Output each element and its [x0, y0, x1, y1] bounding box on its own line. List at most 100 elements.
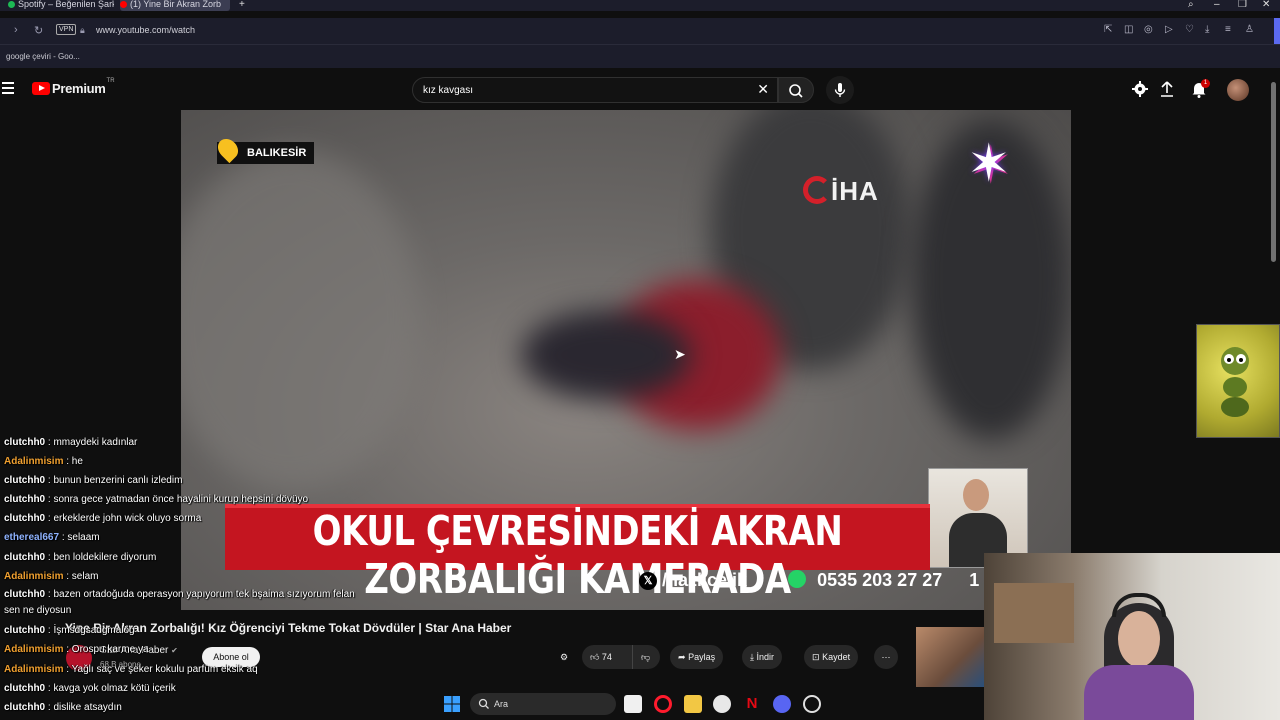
- player-icon[interactable]: ▷: [1165, 24, 1173, 35]
- upload-icon[interactable]: [1157, 79, 1177, 99]
- bookmarks-bar: google çeviri - Goo...: [0, 44, 1280, 68]
- search-query: kız kavgası: [423, 85, 474, 96]
- camera-icon[interactable]: ◫: [1124, 24, 1133, 35]
- taskbar-search[interactable]: Ara: [470, 693, 616, 715]
- social-handle: /nazlicelik_: [662, 570, 758, 590]
- chat-text: : he: [63, 456, 83, 467]
- menu-icon[interactable]: ≡: [1225, 24, 1231, 35]
- headphones-icon: [1112, 593, 1166, 617]
- screen: Spotify – Beğenilen Şarkıl (1) Yine Bir …: [0, 0, 1280, 720]
- share-button[interactable]: ➦ Paylaş: [670, 645, 724, 669]
- windows-start-icon[interactable]: [443, 695, 461, 713]
- xbox-icon[interactable]: [713, 695, 731, 713]
- search-button[interactable]: [778, 77, 814, 103]
- vpn-badge[interactable]: VPN: [56, 24, 77, 35]
- address-bar: › ↻ VPN 🔒︎ www.youtube.com/watch ⇱ ◫ ◎ ▷…: [0, 18, 1280, 44]
- chat-text: : mmaydeki kadınlar: [45, 437, 138, 448]
- youtube-logo[interactable]: Premium TR: [32, 78, 115, 96]
- share-icon[interactable]: ⇱: [1104, 24, 1112, 35]
- tab-label: (1) Yine Bir Akran Zorb: [130, 0, 222, 9]
- studio-icon[interactable]: [1130, 79, 1150, 99]
- account-avatar[interactable]: [1227, 79, 1249, 101]
- chat-text: : selaam: [59, 532, 100, 543]
- clear-search-icon[interactable]: ✕: [757, 81, 769, 98]
- chat-username: Adalinmisim: [4, 664, 64, 675]
- tab-youtube[interactable]: (1) Yine Bir Akran Zorb: [120, 0, 230, 11]
- chat-text: : Orospu karıne ya: [63, 644, 149, 655]
- thumbs-up-icon: 👍︎: [590, 652, 600, 662]
- chat-text: : sonra gece yatmadan önce hayalini kuru…: [45, 494, 309, 505]
- taskbar-search-placeholder: Ara: [494, 699, 509, 709]
- star-tv-logo-icon: ✶: [967, 135, 1011, 193]
- tab-label: Spotify – Beğenilen Şarkıl: [18, 0, 114, 9]
- opera-gx-icon[interactable]: [654, 695, 672, 713]
- page-scrollbar[interactable]: [1271, 82, 1276, 262]
- chat-text: : bazen ortadoğuda operasyon yapıyorum t…: [4, 589, 355, 616]
- contact-row: 𝕏 /nazlicelik_ 0535 203 27 27 1: [639, 570, 979, 598]
- chat-username: ethereal667: [4, 532, 60, 543]
- chat-username: clutchh0: [4, 513, 46, 524]
- chat-message: clutchh0 : sonra gece yatmadan önce haya…: [4, 494, 308, 505]
- chat-text: : bunun benzerini canlı izledim: [45, 475, 183, 486]
- chat-message: clutchh0 : bazen ortadoğuda operasyon ya…: [4, 587, 364, 619]
- tab-spotify[interactable]: Spotify – Beğenilen Şarkıl: [8, 0, 114, 11]
- bookmark-google-translate[interactable]: google çeviri - Goo...: [6, 52, 80, 61]
- spotify-icon: [8, 1, 15, 8]
- caterpillar-sticker: [1196, 324, 1280, 438]
- heart-icon[interactable]: ♡: [1185, 24, 1194, 35]
- chat-message: clutchh0 : mmaydeki kadınlar: [4, 437, 137, 448]
- reload-icon[interactable]: ↻: [34, 24, 43, 37]
- file-explorer-icon[interactable]: [684, 695, 702, 713]
- chat-message: Adalinmisim : selam: [4, 571, 98, 582]
- minimize-button[interactable]: –: [1214, 0, 1220, 10]
- netflix-icon[interactable]: N: [743, 695, 761, 713]
- chat-text: : selam: [63, 571, 99, 582]
- tab-search-icon[interactable]: ⌕: [1188, 0, 1194, 10]
- microphone-icon: [834, 83, 846, 97]
- chat-text: : ben loldekilere diyorum: [45, 552, 157, 563]
- profile-icon[interactable]: ♙: [1245, 24, 1254, 35]
- caterpillar-icon: [1221, 347, 1249, 417]
- chat-username: clutchh0: [4, 552, 46, 563]
- chat-message: Adalinmisim : Yağlı saç ve şeker kokulu …: [4, 664, 258, 675]
- restore-button[interactable]: ❐: [1238, 0, 1247, 10]
- brand-label: Premium: [52, 81, 106, 96]
- discord-icon[interactable]: [773, 695, 791, 713]
- region-code: TR: [106, 78, 115, 84]
- bookmark-icon: ⊡: [812, 652, 820, 662]
- new-tab-button[interactable]: +: [239, 0, 245, 10]
- chat-username: Adalinmisim: [4, 456, 64, 467]
- hamburger-menu-icon[interactable]: [2, 82, 14, 94]
- recommended-thumbnail[interactable]: [916, 627, 984, 687]
- download-button[interactable]: ⤓ İndir: [742, 645, 783, 669]
- chat-username: Adalinmisim: [4, 644, 64, 655]
- chat-username: clutchh0: [4, 437, 46, 448]
- youtube-header: Premium TR kız kavgası ✕ 1: [0, 70, 1280, 110]
- taskbar: Ara N: [0, 690, 1280, 720]
- video-blur-figure: [521, 310, 691, 400]
- voice-search-button[interactable]: [826, 76, 854, 104]
- url-field[interactable]: www.youtube.com/watch: [96, 25, 195, 35]
- close-window-button[interactable]: ✕: [1262, 0, 1270, 10]
- download-icon[interactable]: ⤓: [1205, 24, 1209, 35]
- like-button[interactable]: 👍︎ 74: [582, 645, 632, 669]
- agency-logo: İHA: [831, 176, 879, 206]
- chat-message: clutchh0 : ben loldekilere diyorum: [4, 552, 156, 563]
- chat-username: Adalinmisim: [4, 571, 64, 582]
- save-button[interactable]: ⊡ Kaydet: [804, 645, 859, 669]
- chat-text: : erkeklerde john wick oluyo sorma: [45, 513, 202, 524]
- settings-icon[interactable]: ⚙: [560, 645, 568, 669]
- store-icon[interactable]: [624, 695, 642, 713]
- forward-icon[interactable]: ›: [14, 24, 18, 36]
- app-icon[interactable]: [803, 695, 821, 713]
- share-arrow-icon: ➦: [678, 652, 686, 662]
- shield-icon[interactable]: ◎: [1144, 24, 1153, 35]
- download-arrow-icon: ⤓: [750, 652, 754, 662]
- youtube-icon: [120, 1, 127, 8]
- chat-username: clutchh0: [4, 494, 46, 505]
- video-player[interactable]: BALIKESİR İHA ✶ OKUL ÇEVRESİNDEKİ AKRAN …: [181, 110, 1071, 610]
- search-input[interactable]: kız kavgası ✕: [412, 77, 778, 103]
- more-actions-button[interactable]: ⋯: [874, 645, 898, 669]
- dislike-button[interactable]: 👎︎: [632, 645, 660, 669]
- chat-username: clutchh0: [4, 475, 46, 486]
